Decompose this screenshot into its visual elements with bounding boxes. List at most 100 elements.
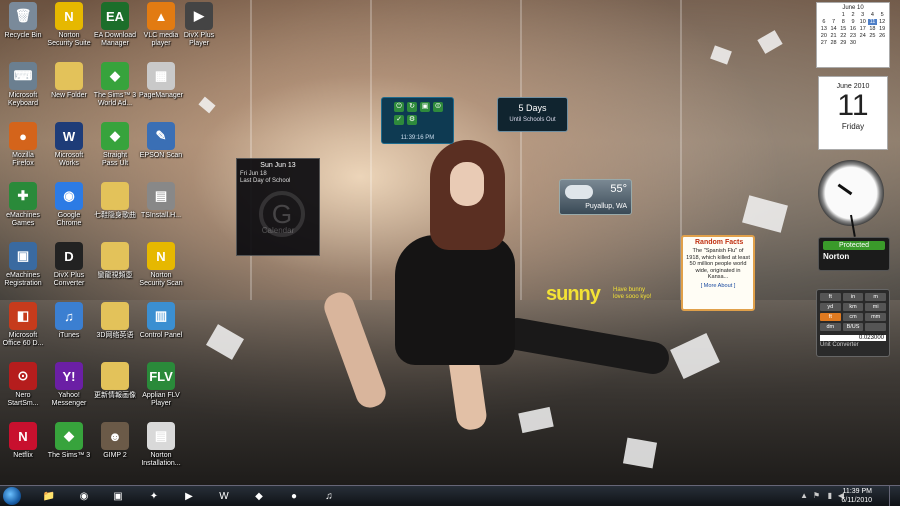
unit-converter-cell[interactable]: ft xyxy=(820,313,841,321)
month-day-cell[interactable]: 26 xyxy=(877,33,887,39)
month-day-cell[interactable]: 24 xyxy=(858,33,868,39)
month-day-cell[interactable]: 22 xyxy=(838,33,848,39)
yahoo-messenger-icon[interactable]: Y! Yahoo! Messenger xyxy=(46,362,92,408)
month-day-cell[interactable]: 15 xyxy=(838,26,848,32)
new-folder-icon[interactable]: New Folder xyxy=(46,62,92,100)
random-facts-more-link[interactable]: [ More About ] xyxy=(683,283,753,289)
sleep-icon[interactable]: ✓ xyxy=(394,115,404,125)
taskbar-explorer-button[interactable]: 📁 xyxy=(38,488,60,504)
nero-startsmart-icon[interactable]: ⊙ Nero StartSm... xyxy=(0,362,46,408)
month-day-cell[interactable]: 8 xyxy=(838,19,848,25)
month-day-cell[interactable]: 27 xyxy=(819,40,829,46)
month-day-cell[interactable]: 1 xyxy=(838,12,848,18)
unit-converter-cell[interactable]: dm xyxy=(820,323,841,331)
month-day-cell[interactable]: 17 xyxy=(858,26,868,32)
analog-clock-gadget[interactable] xyxy=(818,160,884,237)
folder-cjk-2-icon[interactable]: 蠻龍視頻壺 xyxy=(92,242,138,280)
norton-security-suite-icon[interactable]: N Norton Security Suite xyxy=(46,2,92,48)
epson-scan-icon[interactable]: ✎ EPSON Scan xyxy=(138,122,184,160)
month-day-cell[interactable]: 4 xyxy=(868,12,878,18)
taskbar-itunes-button[interactable]: ♫ xyxy=(318,488,340,504)
install-icon[interactable]: ▤ TSInstall.H... xyxy=(138,182,184,220)
google-calendar-gadget[interactable]: Sun Jun 13 Fri Jun 18 Last Day of School… xyxy=(236,158,320,256)
month-day-cell[interactable]: 30 xyxy=(848,40,858,46)
google-chrome-icon[interactable]: ◉ Google Chrome xyxy=(46,182,92,228)
network-icon[interactable]: ▮ xyxy=(828,491,832,500)
action-center-icon[interactable]: ⚑ xyxy=(813,491,820,500)
lock-icon[interactable]: ▣ xyxy=(420,102,430,112)
unit-converter-cell[interactable]: m xyxy=(865,293,886,301)
microsoft-office-icon[interactable]: ◧ Microsoft Office 60 D... xyxy=(0,302,46,348)
netflix-icon[interactable]: N Netflix xyxy=(0,422,46,460)
emachines-games-icon[interactable]: ✚ eMachines Games xyxy=(0,182,46,228)
unit-converter-cell[interactable]: mm xyxy=(865,313,886,321)
firefox-icon[interactable]: ● Mozilla Firefox xyxy=(0,122,46,168)
restart-icon[interactable]: ↻ xyxy=(407,102,417,112)
taskbar-word-button[interactable]: W xyxy=(213,488,235,504)
divx-converter-icon[interactable]: D DivX Plus Converter xyxy=(46,242,92,288)
month-day-cell[interactable]: 5 xyxy=(877,12,887,18)
month-day-cell[interactable]: 18 xyxy=(868,26,878,32)
month-day-cell[interactable]: 14 xyxy=(829,26,839,32)
month-day-cell[interactable]: 19 xyxy=(877,26,887,32)
norton-installation-icon[interactable]: ▤ Norton Installation... xyxy=(138,422,184,468)
weather-gadget[interactable]: 55° Puyallup, WA xyxy=(559,179,632,215)
gimp-icon[interactable]: ☻ GIMP 2 xyxy=(92,422,138,460)
switch-user-icon[interactable]: ⚙ xyxy=(407,115,417,125)
calendar-event-title[interactable]: Last Day of School xyxy=(237,176,319,186)
month-day-cell[interactable]: 25 xyxy=(868,33,878,39)
month-day-cell[interactable]: 28 xyxy=(829,40,839,46)
emachines-registration-icon[interactable]: ▣ eMachines Registration xyxy=(0,242,46,288)
month-day-cell[interactable]: 3 xyxy=(858,12,868,18)
taskbar-sims-button[interactable]: ◆ xyxy=(248,488,270,504)
month-day-cell[interactable]: 10 xyxy=(858,19,868,25)
taskbar-chrome-button[interactable]: ◉ xyxy=(73,488,95,504)
control-panel-icon[interactable]: ▥ Control Panel xyxy=(138,302,184,340)
unit-converter-cell[interactable] xyxy=(865,323,886,331)
month-day-cell[interactable]: 2 xyxy=(848,12,858,18)
pagemanager-icon[interactable]: ▦ PageManager xyxy=(138,62,184,100)
system-clock[interactable]: 11:39 PM 6/11/2010 xyxy=(841,487,872,505)
month-day-cell[interactable]: 9 xyxy=(848,19,858,25)
unit-converter-cell[interactable]: km xyxy=(842,303,864,311)
month-day-cell[interactable]: 21 xyxy=(829,33,839,39)
folder-cjk-4-icon[interactable]: 更新情報画像 xyxy=(92,362,138,400)
folder-cjk-3-icon[interactable]: 3D网络英语 xyxy=(92,302,138,340)
applian-flv-player-icon[interactable]: FLV Applian FLV Player xyxy=(138,362,184,408)
month-day-cell[interactable]: 11 xyxy=(867,19,878,25)
recycle-bin-icon[interactable]: 🗑 Recycle Bin xyxy=(0,2,46,40)
month-day-cell[interactable]: 16 xyxy=(848,26,858,32)
unit-converter-cell[interactable]: yd xyxy=(820,303,841,311)
unit-converter-cell[interactable]: in xyxy=(842,293,864,301)
sims-straight-icon[interactable]: ◆ Straight Pass Ult xyxy=(92,122,138,168)
month-day-cell[interactable]: 6 xyxy=(819,19,829,25)
sims3-icon[interactable]: ◆ The Sims™ 3 xyxy=(46,422,92,460)
taskbar-firefox-button[interactable]: ● xyxy=(283,488,305,504)
microsoft-works-icon[interactable]: W Microsoft Works xyxy=(46,122,92,168)
taskbar-network-button[interactable]: ▣ xyxy=(107,488,129,504)
countdown-gadget[interactable]: 5 Days Until Schools Out xyxy=(497,97,568,132)
unit-converter-cell[interactable]: mi xyxy=(865,303,886,311)
norton-gadget[interactable]: Protected Norton xyxy=(818,237,890,271)
month-day-cell[interactable]: 23 xyxy=(848,33,858,39)
month-day-cell[interactable]: 13 xyxy=(819,26,829,32)
month-day-cell[interactable]: 12 xyxy=(877,19,887,25)
day-calendar-gadget[interactable]: June 2010 11 Friday xyxy=(818,76,888,150)
itunes-icon[interactable]: ♫ iTunes xyxy=(46,302,92,340)
show-desktop-button[interactable] xyxy=(889,486,900,506)
sims-world-icon[interactable]: ◆ The Sims™ 3 World Ad... xyxy=(92,62,138,108)
month-calendar-gadget[interactable]: June 10 1 2 3 4 5 6 7 8 9 10 11 12 13 14 15 16 17 18 19 20 2… xyxy=(816,2,890,68)
month-day-cell[interactable]: 7 xyxy=(829,19,839,25)
month-day-cell[interactable]: 29 xyxy=(838,40,848,46)
unit-converter-cell[interactable]: cm xyxy=(842,313,864,321)
dvd-flick-player-icon[interactable]: ▶ DivX Plus Player xyxy=(176,2,222,48)
unit-converter-value[interactable]: 0.023000 xyxy=(820,335,886,341)
unit-converter-cell[interactable]: B/US xyxy=(842,323,864,331)
taskbar-media-player-button[interactable]: ▶ xyxy=(178,488,200,504)
my-computer-icon[interactable]: ⌨ Microsoft Keyboard xyxy=(0,62,46,108)
start-button[interactable] xyxy=(3,487,21,505)
taskbar-game-button[interactable]: ✦ xyxy=(143,488,165,504)
logoff-icon[interactable]: ⏼ xyxy=(433,102,443,112)
month-day-cell[interactable]: 20 xyxy=(819,33,829,39)
ea-download-manager-icon[interactable]: EA EA Download Manager xyxy=(92,2,138,48)
